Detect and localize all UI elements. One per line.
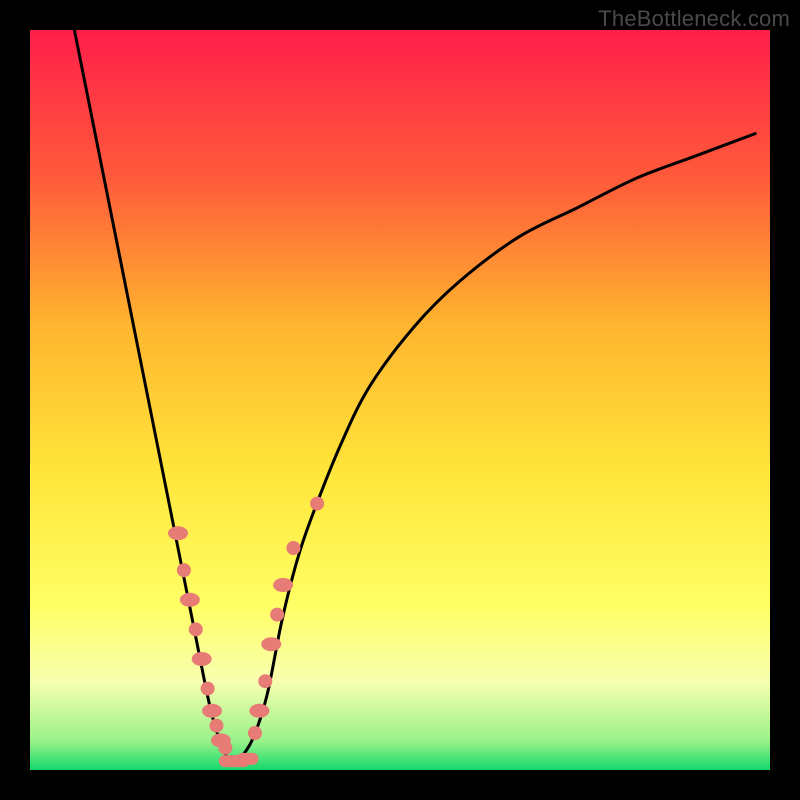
data-marker [202, 704, 222, 718]
data-marker [237, 753, 259, 765]
data-marker [273, 578, 293, 592]
chart-frame: TheBottleneck.com [0, 0, 800, 800]
data-marker [209, 719, 223, 733]
curve-left-arm [74, 30, 229, 763]
data-marker [168, 526, 188, 540]
data-marker [201, 682, 215, 696]
data-marker [261, 637, 281, 651]
data-marker [258, 674, 272, 688]
data-marker [310, 497, 324, 511]
data-marker [286, 541, 300, 555]
data-marker [180, 593, 200, 607]
data-marker [189, 622, 203, 636]
data-marker [177, 563, 191, 577]
watermark-text: TheBottleneck.com [598, 6, 790, 32]
plot-area [30, 30, 770, 770]
bottleneck-curve [30, 30, 770, 770]
data-marker [249, 704, 269, 718]
curve-right-arm [237, 134, 755, 763]
data-marker [270, 608, 284, 622]
data-marker [218, 741, 232, 755]
data-marker [192, 652, 212, 666]
data-marker [248, 726, 262, 740]
